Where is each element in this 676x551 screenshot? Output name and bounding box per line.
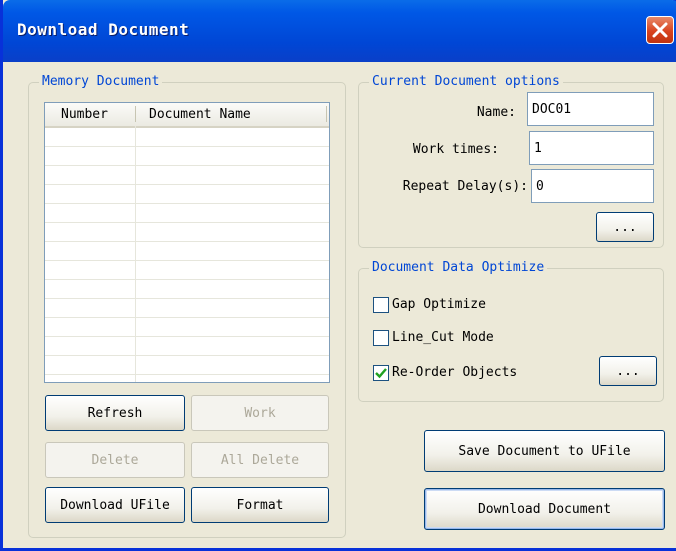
list-row[interactable] [45,337,329,356]
column-header-document-name[interactable]: Document Name [149,107,251,122]
list-row[interactable] [45,280,329,299]
optimize-more-button[interactable]: ... [599,356,657,386]
list-row[interactable] [45,185,329,204]
refresh-button[interactable]: Refresh [45,395,185,431]
column-separator[interactable] [326,106,327,122]
list-row[interactable] [45,147,329,166]
re-order-objects-label[interactable]: Re-Order Objects [392,365,517,380]
gap-optimize-label[interactable]: Gap Optimize [392,297,486,312]
list-row[interactable] [45,318,329,337]
work-times-field[interactable] [529,131,654,165]
list-row[interactable] [45,356,329,375]
window-title: Download Document [17,20,190,39]
options-more-button[interactable]: ... [596,212,654,242]
list-row[interactable] [45,223,329,242]
name-label: Name: [476,105,516,120]
title-bar[interactable]: Download Document [3,0,676,62]
download-document-button[interactable]: Download Document [424,488,665,530]
current-document-options-legend: Current Document options [372,74,560,89]
work-button[interactable]: Work [191,395,329,431]
memory-document-legend: Memory Document [42,74,160,89]
dialog-body: Memory Document Number Document Name Ref… [6,62,676,548]
delete-button[interactable]: Delete [45,442,185,478]
list-header: Number Document Name [45,103,329,128]
document-data-optimize-legend: Document Data Optimize [372,260,545,275]
name-field[interactable] [527,92,654,126]
list-row[interactable] [45,128,329,147]
repeat-delay-label: Repeat Delay(s): [402,179,528,194]
column-separator[interactable] [135,106,136,122]
list-row[interactable] [45,204,329,223]
save-document-to-ufile-button[interactable]: Save Document to UFile [424,430,665,472]
gap-optimize-checkbox[interactable] [373,297,389,313]
list-row[interactable] [45,242,329,261]
work-times-label: Work times: [412,142,499,157]
re-order-objects-checkbox[interactable] [373,365,389,381]
list-row[interactable] [45,166,329,185]
line-cut-mode-label[interactable]: Line_Cut Mode [392,330,494,345]
download-ufile-button[interactable]: Download UFile [45,487,185,523]
column-header-number[interactable]: Number [61,107,108,122]
close-icon [652,22,668,38]
list-row[interactable] [45,261,329,280]
checkmark-icon [375,368,387,379]
all-delete-button[interactable]: All Delete [191,442,329,478]
format-button[interactable]: Format [191,487,329,523]
dialog-window: Download Document Memory Document Number… [0,0,676,551]
close-button[interactable] [646,16,674,44]
line-cut-mode-checkbox[interactable] [373,330,389,346]
repeat-delay-field[interactable] [531,169,654,203]
list-row[interactable] [45,299,329,318]
document-list[interactable]: Number Document Name [44,102,330,383]
